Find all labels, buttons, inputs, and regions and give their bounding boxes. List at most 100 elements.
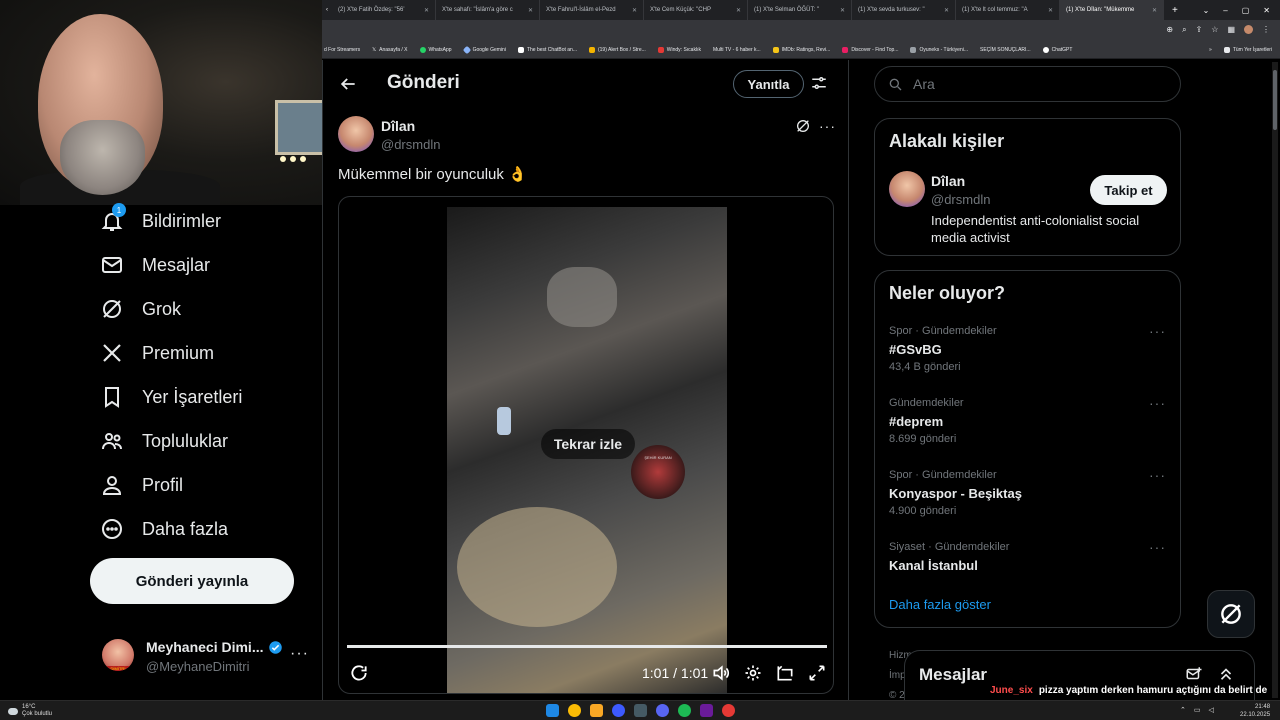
window-close-icon[interactable]: ✕ — [1263, 6, 1270, 15]
minimize-icon[interactable]: – — [1223, 6, 1227, 15]
reply-button[interactable]: Yanıtla — [733, 70, 804, 98]
trend-item[interactable]: Spor · Gündemdekiler ··· Konyaspor - Beş… — [875, 463, 1180, 523]
trend-more-icon[interactable]: ··· — [1149, 395, 1166, 411]
discord-taskbar-icon[interactable] — [656, 704, 669, 717]
bookmarks-overflow-button[interactable]: » — [1209, 47, 1212, 53]
bookmark-item[interactable]: d For Streamers — [324, 47, 360, 53]
nav-item-communities[interactable]: Topluluklar — [100, 429, 228, 453]
tray-overflow-icon[interactable]: ⌃ — [1180, 706, 1186, 714]
related-avatar[interactable] — [889, 171, 925, 207]
nav-item-messages[interactable]: Mesajlar — [100, 253, 210, 277]
nav-item-premium[interactable]: Premium — [100, 341, 214, 365]
start-menu-icon[interactable] — [546, 704, 559, 717]
grok-floating-button[interactable] — [1207, 590, 1255, 638]
back-arrow-icon[interactable] — [338, 74, 358, 94]
browser-menu-icon[interactable]: ⋮ — [1262, 25, 1270, 35]
post-more-icon[interactable]: ··· — [819, 118, 836, 134]
share-icon[interactable]: ⇪ — [1196, 25, 1203, 35]
bookmark-item[interactable]: Oyuneks - Türkiyeni... — [910, 47, 968, 53]
replay-icon[interactable] — [349, 663, 369, 688]
chrome-taskbar-icon[interactable] — [568, 704, 581, 717]
steam-taskbar-icon[interactable] — [634, 704, 647, 717]
nav-item-profile[interactable]: Profil — [100, 473, 183, 497]
fullscreen-icon[interactable] — [807, 663, 827, 688]
related-handle[interactable]: @drsmdln — [931, 192, 990, 207]
tab-close-icon[interactable]: ✕ — [524, 7, 533, 14]
tab-close-icon[interactable]: ✕ — [732, 7, 741, 14]
browser-tab[interactable]: X'te Fahrul'l-İslâm el-Pezd ✕ — [540, 0, 644, 20]
tab-close-icon[interactable]: ✕ — [1148, 7, 1157, 14]
replay-button[interactable]: Tekrar izle — [541, 429, 635, 459]
bookmark-item[interactable]: The best ChatBot an... — [517, 47, 577, 53]
network-icon[interactable]: ▭ — [1194, 706, 1201, 714]
trend-item[interactable]: Siyaset · Gündemdekiler ··· Kanal İstanb… — [875, 535, 1180, 579]
scrollbar-thumb[interactable] — [1273, 70, 1277, 130]
follow-button[interactable]: Takip et — [1090, 175, 1167, 205]
account-switcher[interactable]: DİMİTRİ Meyhaneci Dimi... @MeyhaneDimitr… — [100, 635, 315, 683]
picture-in-picture-icon[interactable] — [775, 663, 795, 688]
weather-widget[interactable]: 16°C Çok bulutlu — [8, 704, 52, 718]
tab-search-icon[interactable]: ⌄ — [1203, 6, 1210, 15]
tab-close-icon[interactable]: ✕ — [420, 7, 429, 14]
bookmark-item[interactable]: Google Gemini — [462, 45, 506, 55]
bookmark-item[interactable]: 𝕏 Anasayfa / X — [372, 47, 407, 53]
search-input[interactable]: Ara — [913, 76, 935, 92]
post-button[interactable]: Gönderi yayınla — [90, 558, 294, 604]
profile-avatar-icon[interactable] — [1244, 25, 1253, 34]
trend-more-icon[interactable]: ··· — [1149, 539, 1166, 555]
browser-tab[interactable]: (1) X'te Selman ÖĞÜT: " ✕ — [748, 0, 852, 20]
bookmark-item[interactable]: SEÇİM SONUÇLARI... — [980, 47, 1031, 53]
search-box[interactable]: Ara — [874, 66, 1181, 102]
nav-item-more[interactable]: Daha fazla — [100, 517, 228, 541]
maximize-icon[interactable]: ▢ — [1242, 6, 1250, 15]
new-tab-button[interactable]: + — [1164, 5, 1186, 16]
browser-tab[interactable]: X'te Cem Küçük: "CHP ✕ — [644, 0, 748, 20]
author-handle[interactable]: @drsmdln — [381, 137, 440, 152]
author-name[interactable]: Dîlan — [381, 118, 415, 134]
trend-more-icon[interactable]: ··· — [1149, 323, 1166, 339]
trend-item[interactable]: Spor · Gündemdekiler ··· #GSvBG 43,4 B g… — [875, 319, 1180, 379]
browser-tab-active[interactable]: (1) X'te Dîlan: "Mükemme ✕ — [1060, 0, 1164, 20]
grok-explain-icon[interactable] — [795, 118, 811, 139]
trend-more-icon[interactable]: ··· — [1149, 467, 1166, 483]
browser-tab[interactable]: X'te sahafı: "İslâm'a göre c ✕ — [436, 0, 540, 20]
bookmark-item[interactable]: Multi TV - 6 haber k... — [713, 47, 761, 53]
taskbar-clock[interactable]: 21:48 22.10.2025 — [1240, 703, 1270, 719]
trend-item[interactable]: Gündemdekiler ··· #deprem 8.699 gönderi — [875, 391, 1180, 451]
browser-tab[interactable]: (2) X'te Fatih Özdeş: "56’ ✕ — [332, 0, 436, 20]
zoom-icon[interactable]: ⌕ — [1182, 25, 1186, 35]
show-more-link[interactable]: Daha fazla göster — [889, 597, 991, 612]
tab-close-icon[interactable]: ✕ — [628, 7, 637, 14]
bookmark-item[interactable]: Windy: Sıcaklık — [657, 47, 701, 53]
file-explorer-icon[interactable] — [590, 704, 603, 717]
video-settings-icon[interactable] — [743, 663, 763, 688]
video-progress-track[interactable] — [347, 645, 827, 648]
bookmark-item[interactable]: Discover - Find Top... — [842, 47, 898, 53]
related-name[interactable]: Dîlan — [931, 173, 965, 189]
spotify-taskbar-icon[interactable] — [678, 704, 691, 717]
tab-close-icon[interactable]: ✕ — [1044, 7, 1053, 14]
volume-icon[interactable] — [711, 663, 731, 688]
tab-scroll-left-icon[interactable]: ‹ — [322, 7, 332, 13]
star-icon[interactable]: ☆ — [1211, 25, 1218, 35]
extensions-icon[interactable]: ▦ — [1227, 25, 1235, 35]
tab-close-icon[interactable]: ✕ — [940, 7, 949, 14]
bookmark-item[interactable]: IMDb: Ratings, Revi... — [772, 47, 830, 53]
app-taskbar-icon[interactable] — [700, 704, 713, 717]
bookmark-item[interactable]: WhatsApp — [419, 47, 452, 53]
all-bookmarks-button[interactable]: Tüm Yer İşaretleri — [1223, 47, 1280, 53]
video-player[interactable]: ŞEHİR KURAN Tekrar izle 1:01 / 1:01 — [338, 196, 834, 694]
app-taskbar-icon[interactable] — [722, 704, 735, 717]
app-taskbar-icon[interactable] — [612, 704, 625, 717]
author-avatar[interactable] — [338, 116, 374, 152]
account-menu-icon[interactable]: ··· — [290, 645, 309, 663]
bookmark-item[interactable]: ChatGPT — [1042, 47, 1072, 53]
nav-item-notifications[interactable]: 1 Bildirimler — [100, 203, 221, 233]
settings-sliders-icon[interactable] — [810, 74, 828, 97]
nav-item-grok[interactable]: Grok — [100, 297, 181, 321]
bookmark-item[interactable]: (19) Alert Box / Stre... — [588, 47, 646, 53]
volume-tray-icon[interactable]: ◁ — [1209, 706, 1214, 714]
address-bar-zoom-icon[interactable]: ⊕ — [1166, 25, 1173, 35]
nav-item-bookmarks[interactable]: Yer İşaretleri — [100, 385, 242, 409]
browser-tab[interactable]: (1) X'te lt col temmuz: "A ✕ — [956, 0, 1060, 20]
